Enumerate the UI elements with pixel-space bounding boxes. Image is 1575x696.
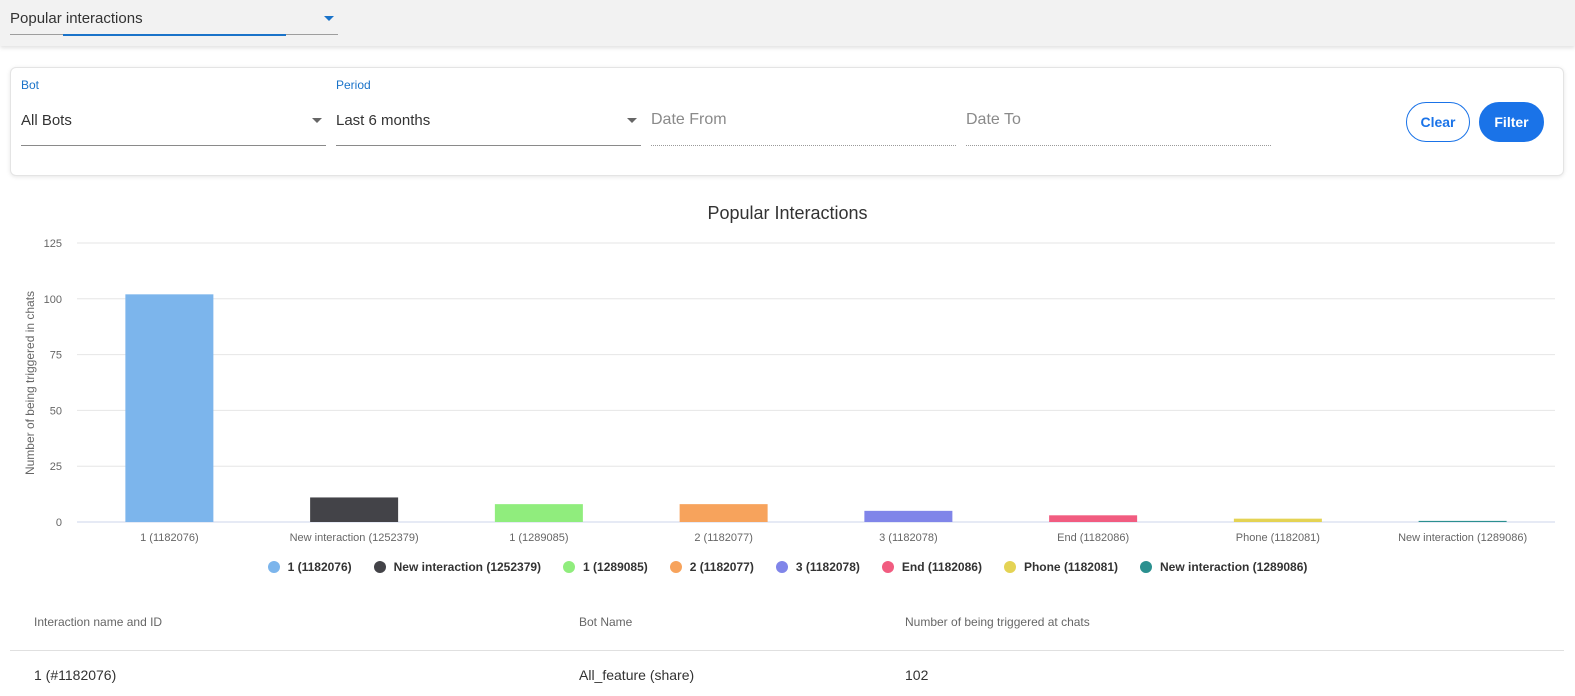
x-tick-label: End (1182086) — [1057, 532, 1129, 544]
bar[interactable] — [1049, 515, 1138, 522]
date-to-underline — [966, 145, 1271, 146]
column-header-bot-name[interactable]: Bot Name — [579, 615, 632, 629]
column-header-triggered-count[interactable]: Number of being triggered at chats — [905, 615, 1090, 629]
filter-button[interactable]: Filter — [1479, 102, 1544, 142]
chevron-down-icon — [324, 16, 334, 21]
bar[interactable] — [864, 510, 953, 522]
date-to-placeholder: Date To — [966, 111, 1021, 128]
legend-dot-icon — [775, 561, 788, 573]
legend-item[interactable]: 2 (1182077) — [669, 560, 754, 574]
bar[interactable] — [125, 294, 214, 522]
table-header: Interaction name and ID Bot Name Number … — [10, 605, 1564, 651]
y-tick-label: 0 — [56, 517, 62, 529]
bar[interactable] — [494, 504, 583, 522]
y-tick-label: 75 — [50, 350, 62, 362]
legend-dot-icon — [373, 561, 386, 573]
bar[interactable] — [679, 504, 768, 522]
legend-label: 1 (1182076) — [287, 560, 352, 574]
legend-item[interactable]: End (1182086) — [881, 560, 982, 574]
legend-dot-icon — [563, 561, 576, 573]
y-tick-label: 100 — [44, 294, 62, 306]
legend-item[interactable]: 1 (1289085) — [563, 560, 648, 574]
period-value: Last 6 months — [336, 112, 431, 129]
bar[interactable] — [1418, 520, 1507, 522]
chevron-down-icon — [312, 118, 322, 123]
legend-label: New interaction (1252379) — [393, 560, 542, 574]
interaction-cell: 1 (#1182076) — [34, 667, 117, 683]
bot-value: All Bots — [21, 112, 72, 129]
table-row[interactable]: 1 (#1182076) All_feature (share) 102 — [10, 652, 1564, 696]
period-select[interactable]: Period Last 6 months — [336, 68, 641, 175]
legend-dot-icon — [669, 561, 682, 573]
report-type-value: Popular interactions — [10, 10, 143, 27]
clear-button[interactable]: Clear — [1406, 102, 1470, 142]
bar-chart: 0 25 50 75 100 125 1 (1182076) New interaction… — [23, 238, 1555, 544]
period-label: Period — [336, 78, 371, 92]
chart-title: Popular Interactions — [707, 203, 868, 223]
legend-dot-icon — [1140, 561, 1152, 573]
legend-dot-icon — [267, 561, 280, 573]
x-tick-label: 1 (1182076) — [140, 532, 199, 544]
bar[interactable] — [310, 497, 399, 522]
bot-label: Bot — [21, 78, 40, 92]
legend-label: End (1182086) — [901, 560, 982, 574]
x-tick-label: New interaction (1289086) — [1398, 532, 1527, 544]
x-tick-label: 1 (1289085) — [509, 532, 568, 544]
count-cell: 102 — [905, 667, 929, 683]
y-tick-label: 50 — [50, 405, 62, 417]
legend-item[interactable]: Phone (1182081) — [1003, 560, 1118, 574]
bot-select[interactable]: Bot All Bots — [21, 68, 326, 175]
legend-item[interactable]: 3 (1182078) — [775, 560, 860, 574]
x-tick-label: 3 (1182078) — [879, 532, 938, 544]
legend-label: 1 (1289085) — [583, 560, 648, 574]
legend-item[interactable]: New interaction (1252379) — [373, 560, 542, 574]
legend-item[interactable]: 1 (1182076) — [267, 560, 352, 574]
column-header-interaction[interactable]: Interaction name and ID — [34, 615, 162, 629]
date-to-input[interactable]: Date To — [966, 68, 1271, 175]
y-tick-label: 25 — [50, 461, 62, 473]
bot-underline — [21, 145, 326, 146]
legend-label: Phone (1182081) — [1023, 560, 1118, 574]
x-tick-label: Phone (1182081) — [1236, 532, 1320, 544]
bar[interactable] — [1233, 518, 1322, 522]
date-from-underline — [651, 145, 956, 146]
period-underline — [336, 145, 641, 146]
x-tick-label: 2 (1182077) — [694, 532, 753, 544]
y-tick-label: 125 — [44, 238, 62, 250]
filter-panel: Bot All Bots Period Last 6 months Date F… — [10, 67, 1564, 176]
focus-underline — [63, 34, 286, 36]
chart-legend: 1 (1182076) New interaction (1252379) 1 (1… — [0, 560, 1575, 574]
legend-item[interactable]: New interaction (1289086) — [1140, 560, 1307, 574]
legend-label: New interaction (1289086) — [1160, 560, 1308, 574]
legend-dot-icon — [881, 561, 894, 573]
date-from-placeholder: Date From — [651, 111, 727, 128]
chevron-down-icon — [627, 118, 637, 123]
bot-name-cell: All_feature (share) — [579, 667, 695, 683]
legend-label: 2 (1182077) — [689, 560, 754, 574]
y-axis-label: Number of being triggered in chats — [23, 291, 37, 475]
top-bar: Popular interactions — [0, 0, 1575, 46]
legend-dot-icon — [1003, 561, 1016, 573]
x-tick-label: New interaction (1252379) — [290, 532, 419, 544]
report-type-select[interactable]: Popular interactions — [10, 4, 338, 36]
date-from-input[interactable]: Date From — [651, 68, 956, 175]
legend-label: 3 (1182078) — [795, 560, 860, 574]
